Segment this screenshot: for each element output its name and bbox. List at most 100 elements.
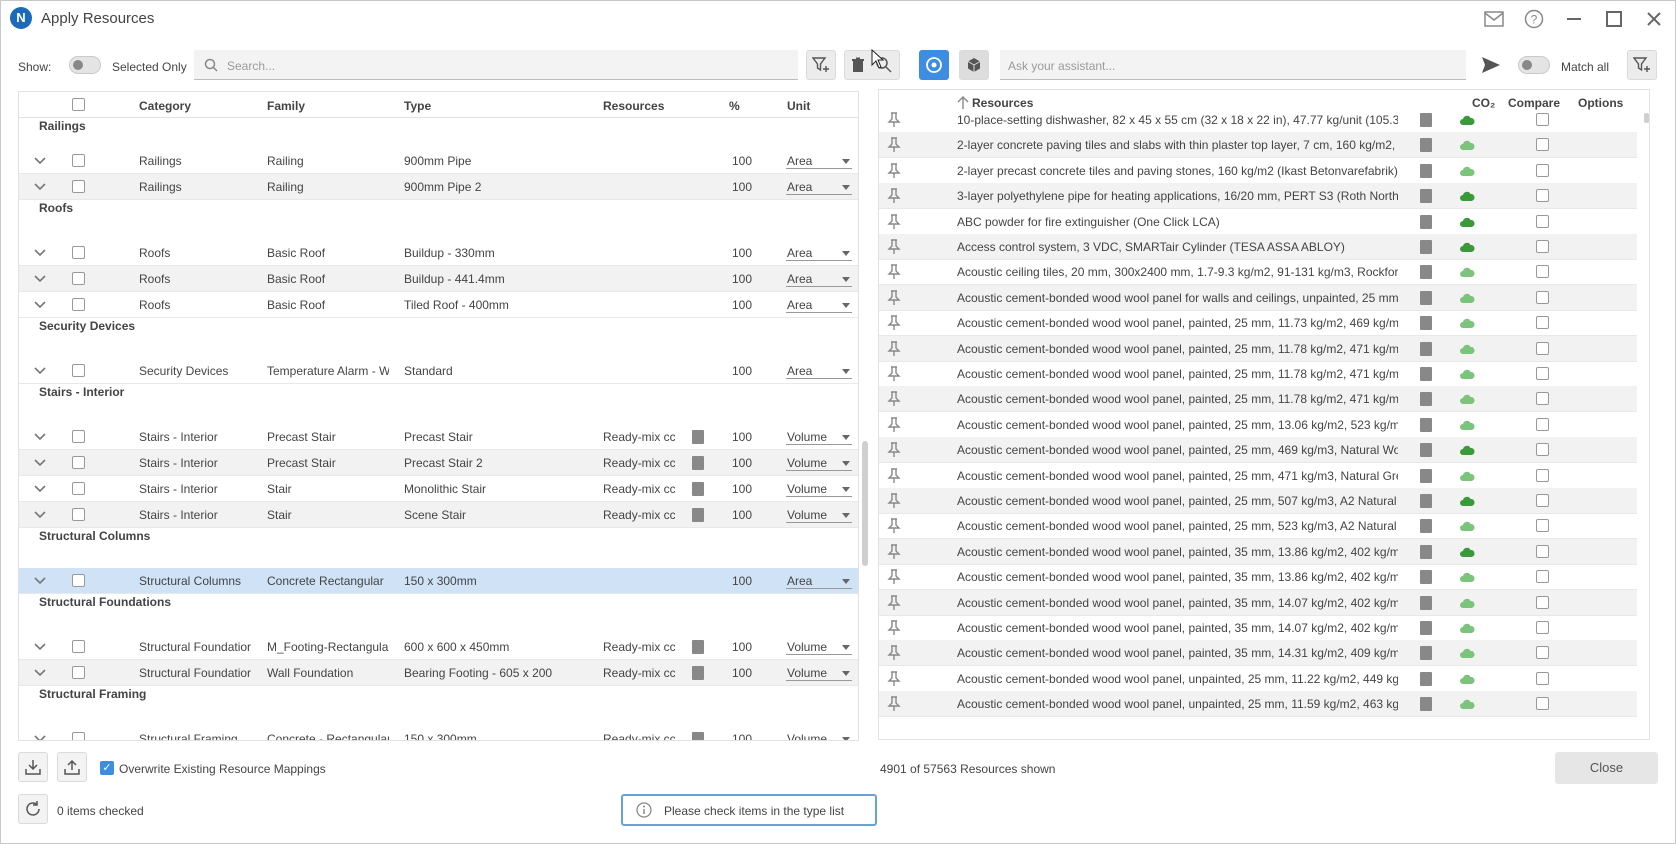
document-icon[interactable] — [1420, 189, 1432, 204]
unit-select[interactable]: Area — [786, 295, 852, 313]
compare-checkbox[interactable] — [1536, 417, 1549, 431]
document-icon[interactable] — [1420, 544, 1432, 559]
compare-checkbox[interactable] — [1536, 697, 1549, 711]
document-icon[interactable] — [692, 666, 704, 680]
document-icon[interactable] — [692, 732, 704, 740]
row-checkbox[interactable] — [72, 154, 85, 167]
chevron-down-icon[interactable] — [32, 179, 48, 195]
row-checkbox[interactable] — [72, 640, 85, 653]
type-row[interactable]: Roofs Basic Roof Tiled Roof - 400mm 100 … — [19, 292, 858, 318]
unit-select[interactable]: Volume — [786, 453, 852, 471]
row-checkbox[interactable] — [72, 180, 85, 193]
document-icon[interactable] — [1420, 671, 1432, 686]
col-percent[interactable]: % — [729, 99, 740, 113]
document-icon[interactable] — [1420, 595, 1432, 610]
ai-search-button[interactable] — [919, 50, 949, 80]
pin-icon[interactable] — [887, 290, 901, 306]
resource-row[interactable]: 3-layer polyethylene pipe for heating ap… — [879, 183, 1637, 210]
compare-checkbox[interactable] — [1536, 189, 1549, 203]
pin-icon[interactable] — [887, 112, 901, 128]
col-unit[interactable]: Unit — [787, 99, 810, 113]
maximize-icon[interactable] — [1601, 7, 1627, 31]
unit-select[interactable]: Volume — [786, 427, 852, 445]
resource-row[interactable]: 10-place-setting dishwasher, 82 x 45 x 5… — [879, 107, 1637, 133]
document-icon[interactable] — [1420, 240, 1432, 254]
resource-row[interactable]: Acoustic cement-bonded wood wool panel, … — [879, 412, 1637, 438]
close-icon[interactable] — [1641, 7, 1667, 31]
unit-select[interactable]: Volume — [786, 637, 852, 655]
unit-select[interactable]: Volume — [786, 663, 852, 681]
col-resources[interactable]: Resources — [603, 99, 664, 113]
chevron-down-icon[interactable] — [32, 665, 48, 681]
pin-icon[interactable] — [887, 315, 901, 331]
chevron-down-icon[interactable] — [32, 271, 48, 287]
compare-checkbox[interactable] — [1536, 163, 1549, 177]
unit-select[interactable]: Area — [786, 243, 852, 261]
resource-row[interactable]: Acoustic cement-bonded wood wool panel, … — [879, 310, 1637, 337]
pin-icon[interactable] — [887, 467, 901, 484]
overwrite-checkbox[interactable]: ✓ — [100, 761, 114, 775]
document-icon[interactable] — [692, 508, 704, 522]
compare-checkbox[interactable] — [1536, 290, 1549, 304]
chevron-down-icon[interactable] — [32, 731, 48, 741]
pin-icon[interactable] — [887, 188, 901, 204]
resource-row[interactable]: Acoustic cement-bonded wood wool panel, … — [879, 513, 1637, 540]
document-icon[interactable] — [1420, 341, 1432, 356]
resource-row[interactable]: 2-layer concrete paving tiles and slabs … — [879, 132, 1637, 159]
resource-row[interactable]: Acoustic cement-bonded wood wool panel, … — [879, 386, 1637, 413]
type-row[interactable]: Structural Foundatior Wall Foundation Be… — [19, 660, 858, 686]
pin-icon[interactable] — [887, 594, 901, 611]
document-icon[interactable] — [1420, 468, 1432, 483]
resource-row[interactable]: Acoustic cement-bonded wood wool panel, … — [879, 538, 1637, 565]
filter-add-button[interactable] — [806, 50, 836, 80]
compare-checkbox[interactable] — [1536, 113, 1549, 126]
row-checkbox[interactable] — [72, 508, 85, 521]
document-icon[interactable] — [1420, 697, 1432, 712]
compare-checkbox[interactable] — [1536, 570, 1549, 584]
compare-checkbox[interactable] — [1536, 671, 1549, 685]
document-icon[interactable] — [692, 456, 704, 470]
compare-checkbox[interactable] — [1536, 595, 1549, 609]
type-row[interactable]: Stairs - Interior Precast Stair Precast … — [19, 450, 858, 476]
type-row[interactable]: Railings Railing 900mm Pipe 2 100 Area — [19, 174, 858, 200]
chevron-down-icon[interactable] — [32, 153, 48, 169]
filter-right-button[interactable] — [1627, 50, 1657, 80]
pin-icon[interactable] — [887, 518, 901, 534]
document-icon[interactable] — [1420, 621, 1432, 635]
compare-checkbox[interactable] — [1536, 240, 1549, 253]
unit-select[interactable]: Area — [786, 361, 852, 379]
refresh-button[interactable] — [18, 794, 48, 824]
pin-icon[interactable] — [887, 239, 901, 255]
chevron-down-icon[interactable] — [32, 363, 48, 379]
resource-row[interactable]: Acoustic cement-bonded wood wool panel, … — [879, 361, 1637, 387]
row-checkbox[interactable] — [72, 456, 85, 469]
compare-checkbox[interactable] — [1536, 621, 1549, 634]
resource-row[interactable]: Acoustic ceiling tiles, 20 mm, 300x2400 … — [879, 259, 1637, 286]
unit-select[interactable]: Area — [786, 269, 852, 287]
unit-select[interactable]: Volume — [786, 729, 852, 740]
chevron-down-icon[interactable] — [32, 639, 48, 655]
pin-icon[interactable] — [887, 569, 901, 585]
pin-icon[interactable] — [887, 671, 901, 687]
pin-icon[interactable] — [887, 696, 901, 712]
document-icon[interactable] — [1420, 138, 1432, 153]
type-row[interactable]: Roofs Basic Roof Buildup - 441.4mm 100 A… — [19, 266, 858, 292]
compare-checkbox[interactable] — [1536, 341, 1549, 355]
row-checkbox[interactable] — [72, 482, 85, 495]
help-icon[interactable]: ? — [1521, 7, 1547, 31]
minimize-icon[interactable] — [1561, 7, 1587, 31]
resource-row[interactable]: Acoustic cement-bonded wood wool panel, … — [879, 640, 1637, 667]
close-button[interactable]: Close — [1555, 752, 1658, 784]
search-input[interactable]: Search... — [194, 50, 798, 80]
type-row[interactable]: Structural Columns Concrete Rectangular … — [19, 568, 858, 594]
row-checkbox[interactable] — [72, 430, 85, 443]
compare-checkbox[interactable] — [1536, 392, 1549, 406]
document-icon[interactable] — [1420, 367, 1432, 381]
type-row[interactable]: Railings Railing 900mm Pipe 100 Area — [19, 148, 858, 174]
compare-checkbox[interactable] — [1536, 265, 1549, 279]
left-scrollbar[interactable] — [862, 441, 868, 566]
chevron-down-icon[interactable] — [32, 481, 48, 497]
resource-row[interactable]: Acoustic cement-bonded wood wool panel, … — [879, 666, 1637, 692]
type-row[interactable]: Stairs - Interior Precast Stair Precast … — [19, 424, 858, 450]
col-category[interactable]: Category — [139, 99, 191, 113]
